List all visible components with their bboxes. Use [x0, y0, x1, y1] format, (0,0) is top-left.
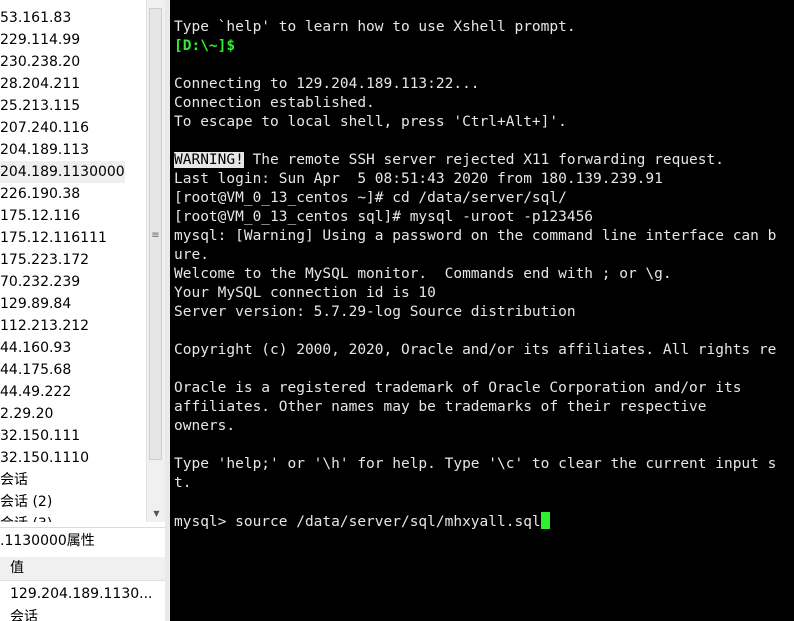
session-list-scrollbar[interactable]: ≡ ▼: [146, 0, 166, 522]
session-item[interactable]: 112.213.212: [0, 315, 146, 337]
session-item[interactable]: 175.12.116111: [0, 227, 146, 249]
properties-header: 值: [0, 557, 165, 581]
scroll-down-arrow-icon[interactable]: ▼: [147, 509, 166, 518]
terminal-window[interactable]: Type `help' to learn how to use Xshell p…: [170, 0, 794, 621]
session-item[interactable]: 会话 (3): [0, 513, 146, 522]
session-panel: 53.161.83 229.114.99 230.238.20 28.204.2…: [0, 0, 170, 621]
property-category: 会话: [10, 609, 38, 621]
warning-line: WARNING! The remote SSH server rejected …: [174, 151, 776, 170]
session-item-selected[interactable]: 204.189.1130000: [0, 161, 125, 183]
session-item[interactable]: 230.238.20: [0, 51, 146, 73]
session-item[interactable]: 44.49.222: [0, 381, 146, 403]
session-item[interactable]: 129.89.84: [0, 293, 146, 315]
session-item[interactable]: 25.213.115: [0, 95, 146, 117]
session-item[interactable]: 2.29.20: [0, 403, 146, 425]
session-item[interactable]: 32.150.111: [0, 425, 146, 447]
warning-message: The remote SSH server rejected X11 forwa…: [243, 152, 724, 168]
terminal-line: [root@VM_0_13_centos sql]# mysql -uroot …: [174, 209, 594, 225]
terminal-line: t.: [174, 475, 192, 491]
session-item[interactable]: 53.161.83: [0, 7, 146, 29]
mysql-input-line[interactable]: mysql> source /data/server/sql/mhxyall.s…: [174, 512, 776, 531]
session-item[interactable]: 70.232.239: [0, 271, 146, 293]
local-shell-prompt: [D:\~]$: [174, 38, 236, 54]
terminal-line: Type `help' to learn how to use Xshell p…: [174, 19, 576, 35]
terminal-line: affiliates. Other names may be trademark…: [174, 399, 707, 415]
session-item[interactable]: 会话: [0, 469, 146, 491]
terminal-line: Your MySQL connection id is 10: [174, 285, 436, 301]
session-item[interactable]: 会话 (2): [0, 491, 146, 513]
terminal-line: mysql: [Warning] Using a password on the…: [174, 228, 777, 244]
session-item[interactable]: 44.175.68: [0, 359, 146, 381]
warning-label: WARNING!: [174, 152, 244, 168]
terminal-line: ure.: [174, 247, 209, 263]
value-column-header[interactable]: 值: [10, 557, 24, 580]
terminal-line: Type 'help;' or '\h' for help. Type '\c'…: [174, 456, 777, 472]
session-item[interactable]: 226.190.38: [0, 183, 146, 205]
terminal-line: Last login: Sun Apr 5 08:51:43 2020 from…: [174, 171, 663, 187]
terminal-line: Server version: 5.7.29-log Source distri…: [174, 304, 576, 320]
session-item[interactable]: 28.204.211: [0, 73, 146, 95]
terminal-line: Connecting to 129.204.189.113:22...: [174, 76, 480, 92]
session-item[interactable]: 175.223.172: [0, 249, 146, 271]
terminal-line: Oracle is a registered trademark of Orac…: [174, 380, 742, 396]
session-item[interactable]: 204.189.113: [0, 139, 146, 161]
session-item[interactable]: 32.150.1110: [0, 447, 146, 469]
terminal-line: [root@VM_0_13_centos ~]# cd /data/server…: [174, 190, 567, 206]
terminal-line: owners.: [174, 418, 236, 434]
scrollbar-thumb[interactable]: ≡: [149, 8, 162, 460]
terminal-line: Copyright (c) 2000, 2020, Oracle and/or …: [174, 342, 777, 358]
session-item[interactable]: 229.114.99: [0, 29, 146, 51]
properties-panel: .1130000属性 值 129.204.189.1130... 会话: [0, 527, 165, 621]
terminal-line: Connection established.: [174, 95, 375, 111]
terminal-line: Welcome to the MySQL monitor. Commands e…: [174, 266, 672, 282]
grip-icon: ≡: [151, 230, 160, 241]
mysql-command: mysql> source /data/server/sql/mhxyall.s…: [174, 514, 541, 530]
session-item[interactable]: 175.12.116: [0, 205, 146, 227]
properties-title: .1130000属性: [0, 533, 95, 549]
session-item[interactable]: 207.240.116: [0, 117, 146, 139]
session-item[interactable]: 44.160.93: [0, 337, 146, 359]
terminal-line: To escape to local shell, press 'Ctrl+Al…: [174, 114, 567, 130]
terminal-output: Type `help' to learn how to use Xshell p…: [174, 18, 776, 531]
property-value: 129.204.189.1130...: [10, 586, 153, 602]
session-list: 53.161.83 229.114.99 230.238.20 28.204.2…: [0, 0, 146, 522]
terminal-cursor: [540, 512, 550, 529]
